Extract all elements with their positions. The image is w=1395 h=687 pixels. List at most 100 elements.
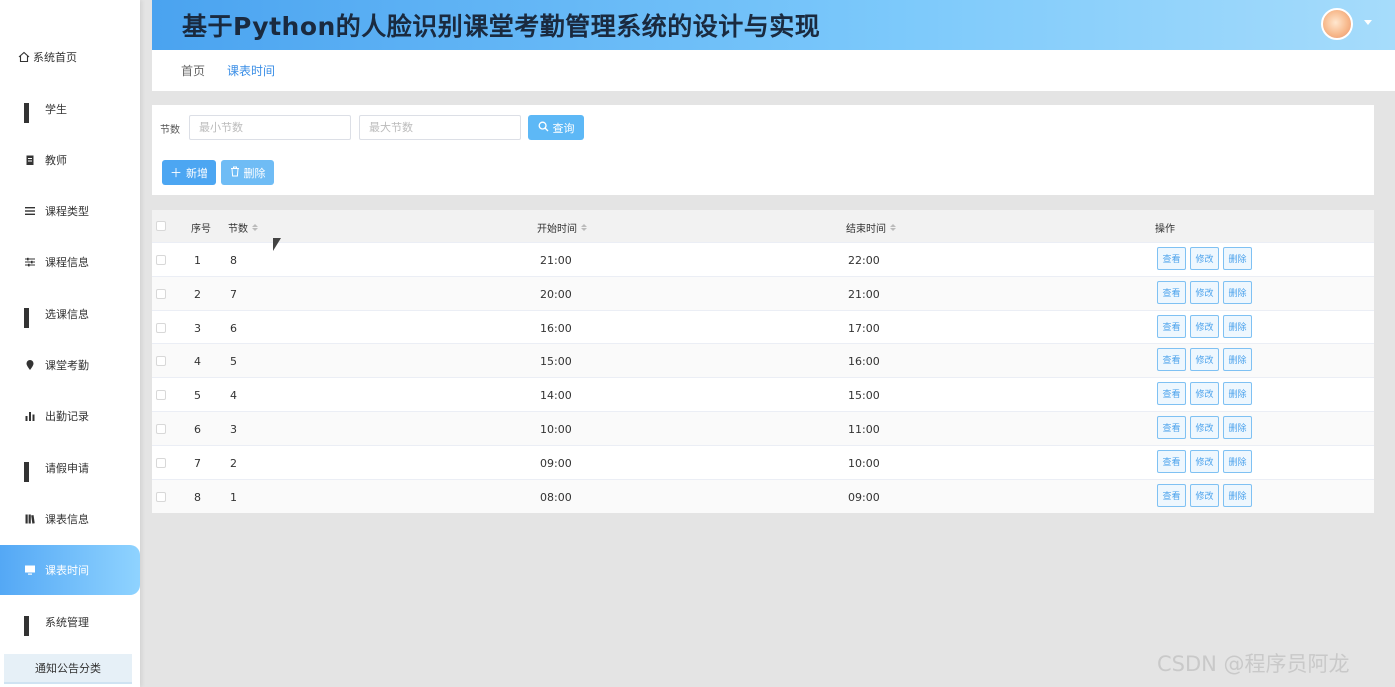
row-actions: 查看 修改 删除 <box>1157 416 1256 439</box>
sidebar-item-course-info[interactable]: 课程信息 <box>0 237 140 287</box>
sidebar-item-label: 课程信息 <box>45 256 89 269</box>
breadcrumb: 首页 课表时间 <box>152 50 1395 91</box>
table-row: 4 5 15:00 16:00 查看 修改 删除 <box>152 343 1374 378</box>
sidebar-item-teachers[interactable]: 教师 <box>0 135 140 185</box>
delete-button[interactable]: 删除 <box>1223 314 1252 338</box>
sliders-icon <box>24 256 36 268</box>
sidebar-subitem-notice-category[interactable]: 通知公告分类 <box>4 654 132 684</box>
column-header-actions: 操作 <box>1155 220 1175 235</box>
row-checkbox[interactable] <box>156 424 166 434</box>
sidebar-item-label: 系统管理 <box>45 616 89 629</box>
sidebar-item-attendance-records[interactable]: 出勤记录 <box>0 391 140 441</box>
cell-end-time: 15:00 <box>848 389 880 403</box>
sort-icon[interactable] <box>581 224 587 231</box>
sort-icon[interactable] <box>890 224 896 231</box>
cell-end-time: 10:00 <box>848 456 880 470</box>
edit-button[interactable]: 修改 <box>1190 382 1219 406</box>
section-filter-label: 节数 <box>160 125 180 136</box>
select-all-checkbox[interactable] <box>156 221 166 231</box>
table-row: 5 4 14:00 15:00 查看 修改 删除 <box>152 377 1374 411</box>
sidebar-item-label: 选课信息 <box>45 308 89 321</box>
search-icon <box>538 121 549 135</box>
table-row: 2 7 20:00 21:00 查看 修改 删除 <box>152 275 1374 310</box>
cell-index: 1 <box>194 254 201 267</box>
view-button[interactable]: 查看 <box>1157 348 1186 372</box>
column-header-start-time[interactable]: 开始时间 <box>537 220 587 235</box>
cell-section: 5 <box>230 355 237 369</box>
sidebar-item-system-admin[interactable]: 系统管理 <box>0 597 140 647</box>
top-header: 基于Python的人脸识别课堂考勤管理系统的设计与实现 <box>152 0 1395 50</box>
sidebar-item-attendance[interactable]: 课堂考勤 <box>0 340 140 390</box>
breadcrumb-home[interactable]: 首页 <box>181 62 205 79</box>
cell-start-time: 08:00 <box>540 490 572 504</box>
row-checkbox[interactable] <box>156 491 166 502</box>
view-button[interactable]: 查看 <box>1157 483 1186 507</box>
sidebar-item-home[interactable]: 系统首页 <box>0 32 140 82</box>
view-button[interactable]: 查看 <box>1157 280 1186 304</box>
delete-button[interactable]: 删除 <box>1223 449 1252 473</box>
monitor-icon <box>24 564 36 576</box>
sidebar-item-timetable-info[interactable]: 课表信息 <box>0 494 140 544</box>
cell-end-time: 21:00 <box>848 287 880 301</box>
cell-index: 4 <box>194 355 201 369</box>
edit-button[interactable]: 修改 <box>1190 483 1219 507</box>
table-row: 3 6 16:00 17:00 查看 修改 删除 <box>152 309 1374 344</box>
max-section-input[interactable] <box>359 115 521 140</box>
trash-icon <box>230 166 240 180</box>
column-header-section[interactable]: 节数 <box>228 220 258 235</box>
table-row: 1 8 21:00 22:00 查看 修改 删除 <box>152 242 1374 276</box>
edit-button[interactable]: 修改 <box>1190 449 1219 473</box>
sidebar-item-course-selection[interactable]: 选课信息 <box>0 289 140 339</box>
view-button[interactable]: 查看 <box>1157 416 1186 439</box>
row-checkbox[interactable] <box>156 457 166 468</box>
row-checkbox[interactable] <box>156 390 166 401</box>
cell-section: 8 <box>230 254 237 267</box>
view-button[interactable]: 查看 <box>1157 247 1186 270</box>
sidebar-item-course-types[interactable]: 课程类型 <box>0 186 140 236</box>
cell-index: 5 <box>194 389 201 403</box>
delete-button[interactable]: 删除 <box>1223 247 1252 270</box>
delete-button[interactable]: 删除 <box>1223 483 1252 507</box>
row-checkbox[interactable] <box>156 356 166 367</box>
cell-index: 6 <box>194 423 201 436</box>
sidebar-item-students[interactable]: 学生 <box>0 84 140 134</box>
sidebar-item-leave-request[interactable]: 请假申请 <box>0 443 140 493</box>
sidebar-item-label: 课表信息 <box>45 513 89 526</box>
cell-end-time: 16:00 <box>848 355 880 369</box>
cell-start-time: 20:00 <box>540 287 572 301</box>
view-button[interactable]: 查看 <box>1157 382 1186 406</box>
cell-section: 1 <box>230 490 237 504</box>
sidebar-subitem-label: 通知公告分类 <box>35 662 101 675</box>
sidebar-item-timetable-time[interactable]: 课表时间 <box>0 545 140 595</box>
row-checkbox[interactable] <box>156 288 166 299</box>
row-checkbox[interactable] <box>156 255 166 265</box>
edit-button[interactable]: 修改 <box>1190 348 1219 372</box>
cell-end-time: 09:00 <box>848 490 880 504</box>
cell-start-time: 14:00 <box>540 389 572 403</box>
query-button[interactable]: 查询 <box>528 115 584 140</box>
edit-button[interactable]: 修改 <box>1190 247 1219 270</box>
chevron-down-icon[interactable] <box>1364 20 1372 25</box>
sort-icon[interactable] <box>252 224 258 231</box>
cell-start-time: 15:00 <box>540 355 572 369</box>
add-button[interactable]: ＋ 新增 <box>162 160 216 185</box>
table-row: 8 1 08:00 09:00 查看 修改 删除 <box>152 478 1374 513</box>
edit-button[interactable]: 修改 <box>1190 314 1219 338</box>
delete-button[interactable]: 删除 <box>1223 416 1252 439</box>
batch-delete-button[interactable]: 删除 <box>221 160 274 185</box>
delete-button[interactable]: 删除 <box>1223 382 1252 406</box>
cell-end-time: 17:00 <box>848 321 880 335</box>
edit-button[interactable]: 修改 <box>1190 280 1219 304</box>
delete-button[interactable]: 删除 <box>1223 348 1252 372</box>
view-button[interactable]: 查看 <box>1157 314 1186 338</box>
delete-button[interactable]: 删除 <box>1223 280 1252 304</box>
view-button[interactable]: 查看 <box>1157 449 1186 473</box>
cell-end-time: 11:00 <box>848 423 880 436</box>
avatar[interactable] <box>1321 8 1353 40</box>
column-header-end-time[interactable]: 结束时间 <box>846 220 896 235</box>
edit-button[interactable]: 修改 <box>1190 416 1219 439</box>
column-header-index: 序号 <box>191 220 211 235</box>
row-checkbox[interactable] <box>156 322 166 333</box>
cell-index: 3 <box>194 321 201 335</box>
min-section-input[interactable] <box>189 115 351 140</box>
